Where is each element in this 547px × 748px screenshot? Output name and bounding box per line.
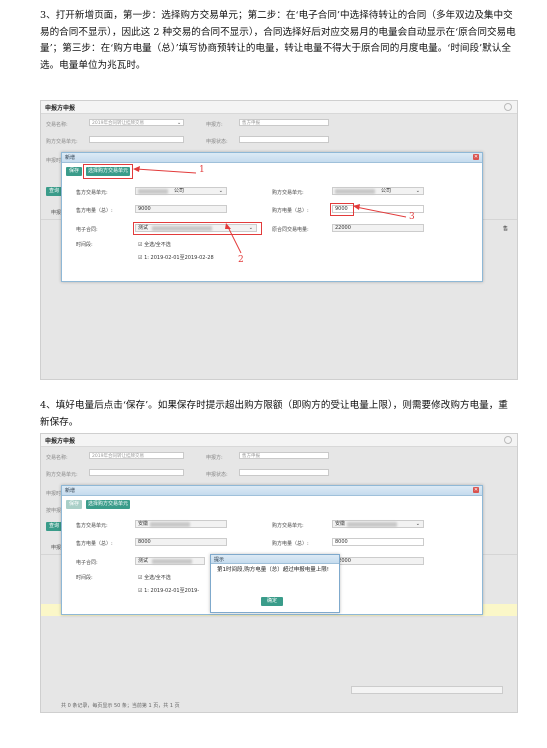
original-energy-field: 22000 [332,557,424,565]
contract-field[interactable]: 测试 [135,557,205,565]
bg-trade-name-label: 交易名称: [46,455,68,461]
bg-buyer-unit-input[interactable] [89,469,184,476]
arrow-2-head [225,223,231,229]
seller-unit-value: 安徽 [138,521,149,527]
bg-declare-status-label: 申报状态: [206,472,228,478]
window-titlebar: 申报方申报 [41,434,517,447]
buyer-energy-field[interactable]: 8000 [332,538,424,546]
buyer-unit-field[interactable]: 安徽 ⌄ [332,520,424,528]
alert-message: 第1时间段,购方电量（总）超过申报电量上限! [217,567,329,573]
annotation-arrows [133,166,407,254]
arrow-1-head [133,166,140,172]
arrow-3-head [353,204,360,210]
window-title: 申报方申报 [45,438,76,445]
select-all-checkbox[interactable]: ☑ 全选/全不选 [138,574,171,581]
period-item-label: 1: 2019-02-01至2019- [144,588,200,594]
arrow-1 [135,168,197,174]
time-period-label: 时间段: [76,575,93,581]
new-dialog: 新增 ✕ 保存 选择购方交易单元 售方交易单元: 安徽 购方交易单元: 安徽 ⌄… [61,485,483,615]
window-close-icon[interactable] [504,436,512,444]
annotation-3: 3 [409,212,415,222]
screenshot-new-declaration: 申报方申报 交易名称: 2019年合同转让挂牌交易 ⌄ 申报方: 售方申报 购方… [40,100,518,380]
alert-ok-button[interactable]: 确定 [261,597,283,606]
chevron-down-icon: ⌄ [415,521,420,527]
redacted-text [347,522,397,527]
alert-header: 提示 [211,555,339,564]
step4-paragraph: 4、填好电量后点击‘保存’。如果保存时提示超出购方限额（即购方的受让电量上限），… [40,400,508,428]
close-icon[interactable]: ✕ [473,487,479,493]
bg-declarer-input[interactable]: 售方申报 [239,452,329,459]
seller-energy-label: 售方电量（总）: [76,541,113,547]
save-button[interactable]: 保存 [66,500,82,509]
bg-query-button[interactable]: 查询 [46,522,62,531]
seller-energy-field[interactable]: 8000 [135,538,227,546]
period-checkbox[interactable]: ☑ 1: 2019-02-01至2019- [138,587,199,594]
annotation-1: 1 [199,165,205,175]
annotation-2: 2 [238,255,244,265]
horizontal-scrollbar[interactable] [351,686,503,694]
alert-dialog: 提示 第1时间段,购方电量（总）超过申报电量上限! 确定 [210,554,340,613]
bg-buyer-unit-label: 购方交易单元: [46,472,78,478]
contract-value: 测试 [138,558,149,564]
buyer-unit-value: 安徽 [335,521,346,527]
dialog-header: 新增 ✕ [62,486,482,496]
pagination-footer: 共 0 条记录，每页显示 50 条；当前第 1 页，共 1 页 [61,703,180,709]
buyer-energy-label: 购方电量（总）: [272,541,309,547]
bg-declarer-label: 申报方: [206,455,223,461]
screenshot-save-alert: 申报方申报 交易名称: 2019年合同转让挂牌交易 申报方: 售方申报 购方交易… [40,433,518,713]
select-buyer-unit-button[interactable]: 选择购方交易单元 [86,500,130,509]
select-all-label: 全选/全不选 [144,575,171,581]
contract-label: 电子合同: [76,560,98,566]
seller-unit-label: 售方交易单元: [76,523,108,529]
redacted-text [152,559,192,564]
redacted-text [150,522,190,527]
dialog-title: 新增 [65,488,76,494]
step3-paragraph: 3、打开新增页面，第一步：选择购方交易单元；第二步：在‘电子合同’中选择待转让的… [40,10,516,71]
buyer-unit-label: 购方交易单元: [272,523,304,529]
arrow-2 [227,226,242,254]
bg-trade-name-input[interactable]: 2019年合同转让挂牌交易 [89,452,184,459]
bg-declare-status-input[interactable] [239,469,329,476]
seller-unit-field[interactable]: 安徽 [135,520,227,528]
alert-title: 提示 [214,557,225,563]
arrow-3 [355,206,407,218]
